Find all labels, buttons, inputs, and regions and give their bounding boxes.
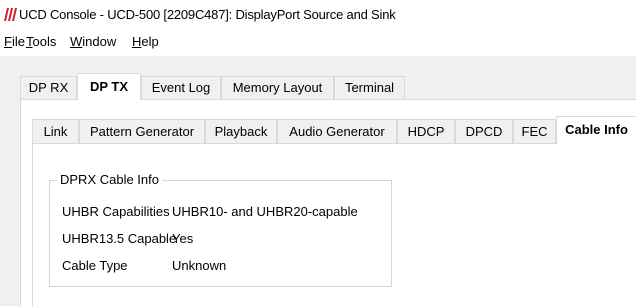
tab-playback[interactable]: Playback — [205, 119, 277, 144]
menu-tools[interactable]: Tools — [26, 34, 56, 49]
uhbr-capabilities-label: UHBR Capabilities — [62, 204, 170, 219]
tab-hdcp[interactable]: HDCP — [397, 119, 455, 144]
tab-cable-info[interactable]: Cable Info — [556, 116, 636, 144]
cable-type-value: Unknown — [172, 258, 227, 273]
menu-window[interactable]: Window — [70, 34, 116, 49]
cable-type-label: Cable Type — [62, 258, 128, 273]
tab-terminal[interactable]: Terminal — [334, 76, 405, 100]
uhbr-capabilities-value: UHBR10- and UHBR20-capable — [172, 204, 358, 219]
groupbox-title: DPRX Cable Info — [57, 172, 162, 187]
window-title: UCD Console - UCD-500 [2209C487]: Displa… — [19, 7, 396, 22]
title-bar: UCD Console - UCD-500 [2209C487]: Displa… — [0, 0, 636, 30]
tab-link[interactable]: Link — [32, 119, 79, 144]
tab-dpcd[interactable]: DPCD — [455, 119, 513, 144]
tab-audio-generator[interactable]: Audio Generator — [277, 119, 397, 144]
uhbr13-5-capable-label: UHBR13.5 Capable — [62, 231, 177, 246]
menu-bar: File Tools Window Help — [0, 30, 636, 54]
tab-pattern-generator[interactable]: Pattern Generator — [79, 119, 205, 144]
uhbr13-5-capable-value: Yes — [172, 231, 194, 246]
tab-event-log[interactable]: Event Log — [141, 76, 221, 100]
tab-dp-rx[interactable]: DP RX — [20, 76, 77, 100]
ucd-logo-icon — [4, 8, 17, 21]
tab-memory-layout[interactable]: Memory Layout — [221, 76, 334, 100]
tab-fec[interactable]: FEC — [513, 119, 556, 144]
menu-file[interactable]: File — [4, 34, 25, 49]
tab-dp-tx[interactable]: DP TX — [77, 73, 141, 100]
menu-help[interactable]: Help — [132, 34, 159, 49]
